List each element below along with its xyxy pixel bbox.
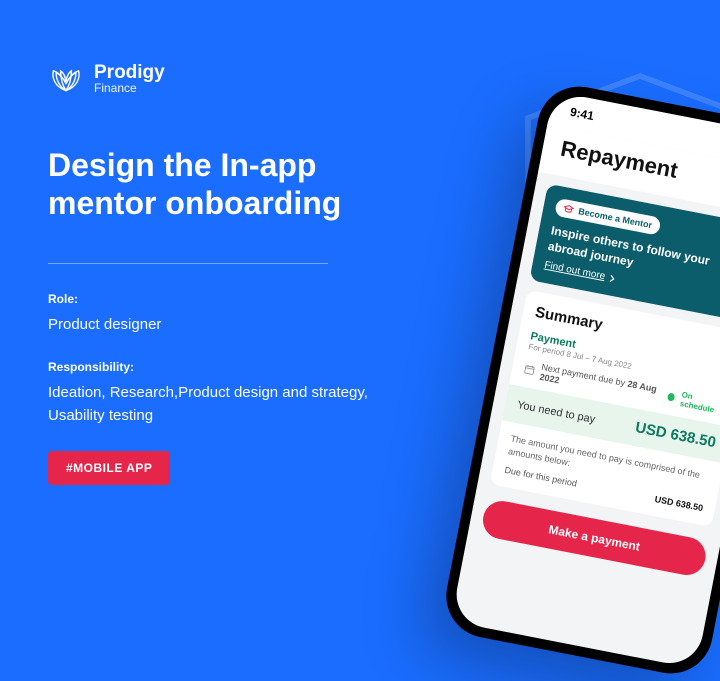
status-dot-icon <box>667 393 675 402</box>
need-to-pay-amount: USD 638.50 <box>634 419 717 451</box>
status-time: 9:41 <box>569 105 595 123</box>
brand-subtitle: Finance <box>94 82 165 94</box>
role-label: Role: <box>48 292 428 306</box>
page-title: Design the In-app mentor onboarding <box>48 146 428 223</box>
chevron-right-icon <box>608 274 615 283</box>
phone-mockup: 9:41 Repayment Become a Mentor Inspire o… <box>439 79 720 680</box>
role-value: Product designer <box>48 314 428 337</box>
divider <box>48 263 328 264</box>
phone-screen: 9:41 Repayment Become a Mentor Inspire o… <box>451 91 720 669</box>
calendar-icon <box>523 363 536 377</box>
graduation-cap-icon <box>563 203 575 215</box>
need-to-pay-label: You need to pay <box>516 399 596 426</box>
brand-name: Prodigy <box>94 63 165 82</box>
responsibility-value: Ideation, Research,Product design and st… <box>48 382 428 427</box>
on-schedule-badge: On schedule <box>679 390 720 416</box>
lotus-icon <box>48 60 84 96</box>
brand-logo: Prodigy Finance <box>48 60 428 96</box>
mobile-app-tag: #MOBILE APP <box>48 451 170 485</box>
case-study-panel: Prodigy Finance Design the In-app mentor… <box>48 60 428 485</box>
summary-card: Summary Payment For period 8 Jul – 7 Aug… <box>490 290 720 528</box>
responsibility-label: Responsibility: <box>48 360 428 374</box>
due-amount: USD 638.50 <box>654 494 704 513</box>
